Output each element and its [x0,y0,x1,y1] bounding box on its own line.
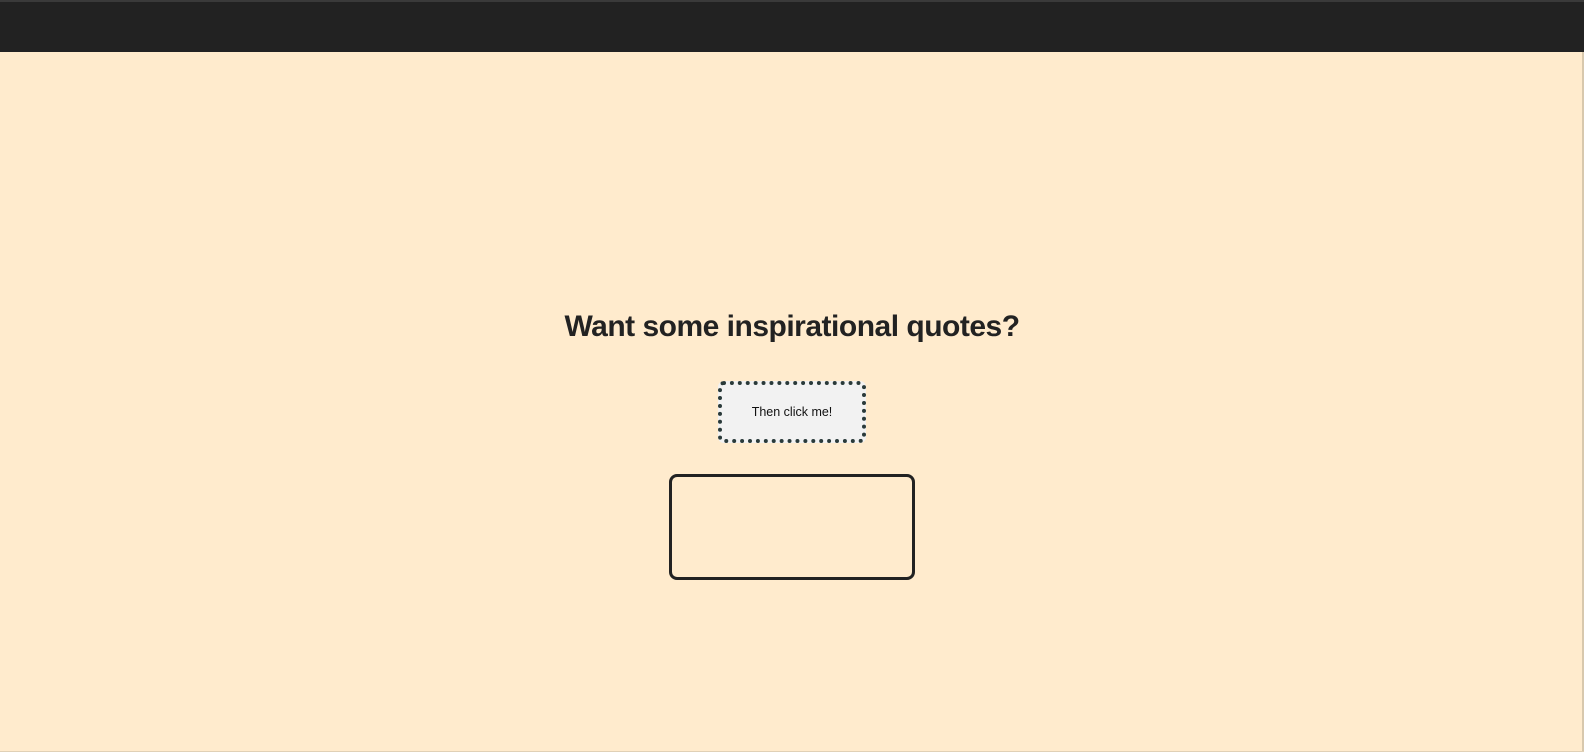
top-bar [0,0,1584,52]
quote-display-box [669,474,915,580]
page-heading: Want some inspirational quotes? [564,310,1020,343]
get-quote-button[interactable]: Then click me! [718,381,866,443]
